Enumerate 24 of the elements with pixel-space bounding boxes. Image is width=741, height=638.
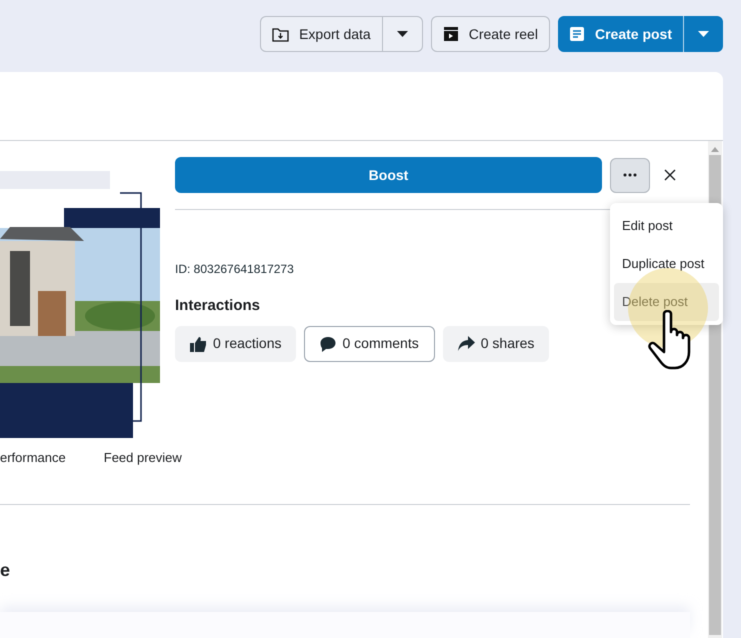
interaction-button[interactable]: 0 reactions: [175, 326, 296, 362]
folder-download-icon: [272, 26, 290, 42]
section-heading: e: [0, 558, 10, 582]
tab[interactable]: erformance: [0, 448, 66, 468]
menu-item[interactable]: Edit post: [614, 207, 719, 245]
close-icon[interactable]: [664, 169, 676, 181]
interaction-button[interactable]: 0 shares: [442, 326, 550, 362]
more-icon: [623, 173, 637, 177]
menu-item[interactable]: Duplicate post: [614, 245, 719, 283]
post-id: ID: 803267641817273: [175, 261, 294, 278]
create-reel-button[interactable]: Create reel: [430, 16, 550, 52]
export-data-button[interactable]: Export data: [261, 17, 382, 51]
speech-bubble-icon: [320, 336, 336, 352]
share-arrow-icon: [458, 336, 475, 351]
interaction-button[interactable]: 0 comments: [304, 326, 435, 362]
thumbs-up-icon: [190, 336, 207, 352]
create-post-button[interactable]: Create post: [558, 16, 683, 52]
caret-icon: [698, 31, 709, 37]
caret-icon: [396, 31, 408, 37]
tab[interactable]: Feed preview: [104, 448, 182, 468]
boost-button[interactable]: Boost: [175, 157, 602, 193]
document-icon: [568, 26, 585, 42]
clapperboard-icon: [442, 26, 459, 42]
interactions-title: Interactions: [175, 296, 260, 316]
